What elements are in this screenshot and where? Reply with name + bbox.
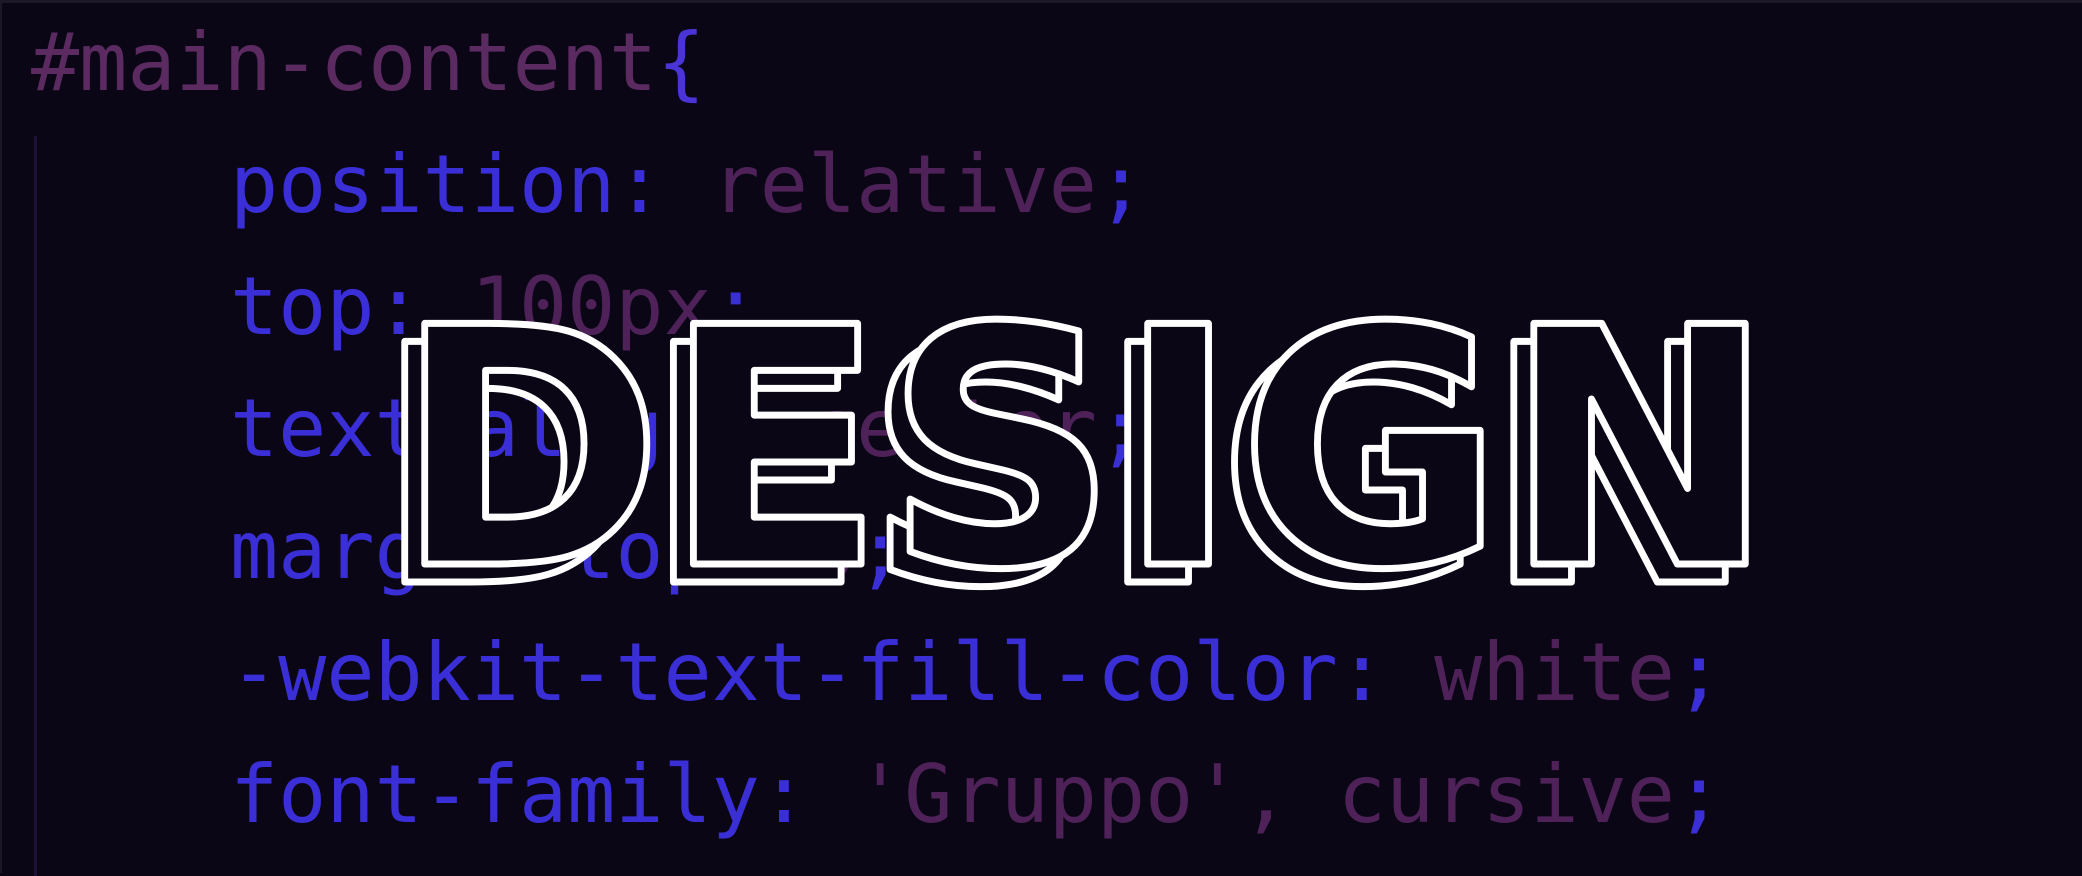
css-value: 'Gruppo', cursive: [856, 748, 1675, 841]
css-value: relative: [711, 138, 1097, 231]
css-property: font-family: [230, 748, 760, 841]
css-property: top: [230, 260, 375, 353]
code-line: font-family: 'Gruppo', cursive;: [230, 748, 1724, 841]
design-3d-logo: DESIGN DESIGN: [372, 290, 1771, 620]
css-property: -webkit-text-fill-color: [230, 626, 1338, 719]
css-selector: #main-content: [31, 16, 658, 109]
code-line: -webkit-text-fill-color: white;: [230, 626, 1724, 719]
css-value: white: [1434, 626, 1675, 719]
code-line-selector: #main-content{: [31, 13, 705, 113]
indent-guide: [34, 136, 37, 876]
logo-face-layer: DESIGN: [395, 290, 1770, 620]
open-brace: {: [657, 16, 706, 109]
css-property: position: [230, 138, 616, 231]
code-line: position: relative;: [230, 138, 1146, 231]
